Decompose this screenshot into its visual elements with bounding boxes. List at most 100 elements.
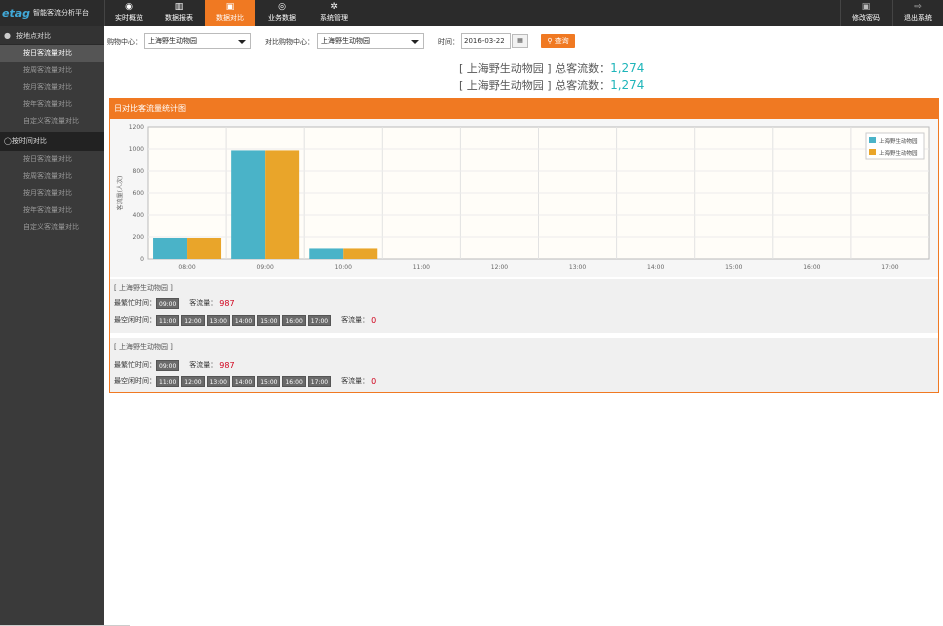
eye-icon: ◉	[125, 2, 133, 12]
busy-label: 最繁忙时间：	[114, 361, 156, 369]
map-pin-icon: ●	[4, 31, 11, 40]
idle-flow-label: 客流量：	[341, 377, 370, 385]
y-tick-label: 800	[133, 168, 145, 175]
busy-time-tag: 09:00	[156, 297, 180, 309]
busy-row: 最繁忙时间： 09:00 客流量： 987	[114, 359, 235, 371]
sidebar-item-custom[interactable]: 自定义客流量对比	[0, 219, 104, 236]
nav-realtime[interactable]: ◉ 实时概览	[104, 0, 154, 26]
x-tick-label: 17:00	[881, 264, 898, 271]
logo-text: etag	[2, 6, 31, 20]
idle-time-tag: 14:00	[231, 375, 256, 387]
nav-label: 实时概览	[115, 14, 143, 22]
nav-label: 数据对比	[216, 14, 244, 22]
sidebar-item-week[interactable]: 按周客流量对比	[0, 168, 104, 185]
x-tick-label: 12:00	[491, 264, 508, 271]
legend-swatch	[869, 137, 876, 143]
idle-time-tag: 12:00	[181, 375, 205, 387]
idle-time-tag: 11:00	[156, 375, 180, 387]
compass-icon: ◎	[278, 2, 286, 12]
logout-button[interactable]: ⇨ 退出系统	[893, 0, 943, 26]
idle-row: 最空闲时间： 11:00 12:00 13:00 14:00 15:00 16:…	[114, 314, 376, 326]
nav-system[interactable]: ✲ 系统管理	[309, 0, 359, 26]
nav-label: 系统管理	[320, 14, 348, 22]
clock-icon: ◯	[4, 137, 12, 145]
search-button-label: 查询	[554, 37, 569, 45]
center-select[interactable]: 上海野生动物园	[144, 33, 251, 49]
total-value: 1,274	[610, 78, 645, 92]
busy-flow-label: 客流量：	[189, 299, 218, 307]
y-tick-label: 1200	[129, 124, 144, 131]
idle-label: 最空闲时间：	[114, 377, 156, 385]
compare-label: 对比购物中心：	[265, 38, 314, 46]
y-tick-label: 400	[133, 212, 145, 219]
nav-compare[interactable]: ▣ 数据对比	[205, 0, 255, 26]
calendar-icon[interactable]: ▦	[512, 34, 528, 48]
total-name: [ 上海野生动物园 ] 总客流数：	[459, 79, 611, 92]
change-password-button[interactable]: ▣ 修改密码	[841, 0, 891, 26]
busy-time-tag: 09:00	[156, 359, 180, 371]
bar-series-2	[343, 248, 378, 259]
idle-time-tag: 15:00	[257, 375, 281, 387]
nav-business[interactable]: ◎ 业务数据	[257, 0, 307, 26]
y-tick-label: 0	[140, 256, 144, 263]
chevron-down-icon	[238, 40, 246, 44]
sidebar-item-day[interactable]: 按日客流量对比	[0, 45, 104, 62]
idle-flow-value: 0	[371, 315, 377, 325]
sidebar-group-time[interactable]: ◯按时间对比	[0, 132, 104, 151]
x-tick-label: 14:00	[647, 264, 664, 271]
bar-chart: 0 200 400 600 800 1000 1200 客流量(人次) 08:00 09:00 10…	[116, 124, 930, 271]
sidebar-item-month[interactable]: 按月客流量对比	[0, 185, 104, 202]
bar-chart-icon: ▥	[174, 2, 184, 12]
panel-title: 日对比客流量统计图	[110, 99, 938, 119]
sidebar-item-year[interactable]: 按年客流量对比	[0, 202, 104, 219]
idle-time-tag: 14:00	[231, 314, 256, 326]
bar-series-1	[231, 150, 266, 259]
date-input[interactable]: 2016-03-22	[461, 33, 511, 49]
nav-label: 数据报表	[165, 14, 193, 22]
chart-panel: 日对比客流量统计图 0 200 400 600 800 1000 1200 客流量(人次) 08…	[109, 98, 939, 393]
sidebar-item-month[interactable]: 按月客流量对比	[0, 79, 104, 96]
idle-flow-value: 0	[371, 376, 377, 386]
x-tick-label: 10:00	[335, 264, 352, 271]
bar-series-2	[187, 237, 222, 259]
compare-select-value: 上海野生动物园	[321, 37, 370, 45]
x-tick-label: 13:00	[569, 264, 586, 271]
compare-select[interactable]: 上海野生动物园	[317, 33, 424, 49]
sidebar-item-custom[interactable]: 自定义客流量对比	[0, 113, 104, 130]
nav-label: 业务数据	[268, 14, 296, 22]
search-icon: ⚲	[547, 37, 553, 45]
section-1: [ 上海野生动物园 ] 最繁忙时间： 09:00 客流量： 987 最空闲时间：…	[110, 279, 938, 333]
busy-flow-label: 客流量：	[189, 361, 218, 369]
bar-series-1	[153, 237, 188, 259]
idle-row: 最空闲时间： 11:00 12:00 13:00 14:00 15:00 16:…	[114, 375, 376, 387]
sidebar-item-week[interactable]: 按周客流量对比	[0, 62, 104, 79]
sidebar: ● 按地点对比 按日客流量对比 按周客流量对比 按月客流量对比 按年客流量对比 自…	[0, 26, 130, 626]
idle-label: 最空闲时间：	[114, 316, 156, 324]
sidebar-item-day[interactable]: 按日客流量对比	[0, 151, 104, 168]
search-button[interactable]: ⚲ 查询	[541, 34, 575, 48]
x-tick-label: 16:00	[803, 264, 820, 271]
idle-time-tag: 13:00	[206, 375, 230, 387]
x-tick-label: 15:00	[725, 264, 742, 271]
top-bar: etag 智能客流分析平台 ◉ 实时概览 ▥ 数据报表 ▣ 数据对比 ◎ 业务数…	[0, 0, 943, 26]
idle-time-tag: 17:00	[307, 375, 332, 387]
chevron-down-icon	[411, 40, 419, 44]
busy-row: 最繁忙时间： 09:00 客流量： 987	[114, 297, 235, 309]
bar-series-2	[265, 150, 300, 259]
y-tick-label: 600	[133, 190, 145, 197]
logout-icon: ⇨	[914, 2, 922, 12]
legend-label: 上海野生动物园	[879, 149, 918, 157]
idle-time-tag: 16:00	[282, 314, 306, 326]
sidebar-group-location[interactable]: ● 按地点对比	[0, 26, 104, 45]
lock-icon: ▣	[861, 2, 871, 12]
time-label: 时间：	[438, 38, 459, 46]
change-password-label: 修改密码	[852, 14, 880, 22]
x-tick-label: 09:00	[257, 264, 274, 271]
sidebar-item-year[interactable]: 按年客流量对比	[0, 96, 104, 113]
chart-area: 0 200 400 600 800 1000 1200 客流量(人次) 08:00 09:00 10…	[110, 119, 938, 277]
total-value: 1,274	[610, 61, 645, 75]
total-line-1: [ 上海野生动物园 ] 总客流数：1,274	[459, 60, 644, 76]
nav-reports[interactable]: ▥ 数据报表	[154, 0, 204, 26]
filter-bar: 购物中心： 上海野生动物园 对比购物中心： 上海野生动物园 时间： 2016-0…	[107, 33, 937, 49]
idle-time-tag: 17:00	[307, 314, 332, 326]
